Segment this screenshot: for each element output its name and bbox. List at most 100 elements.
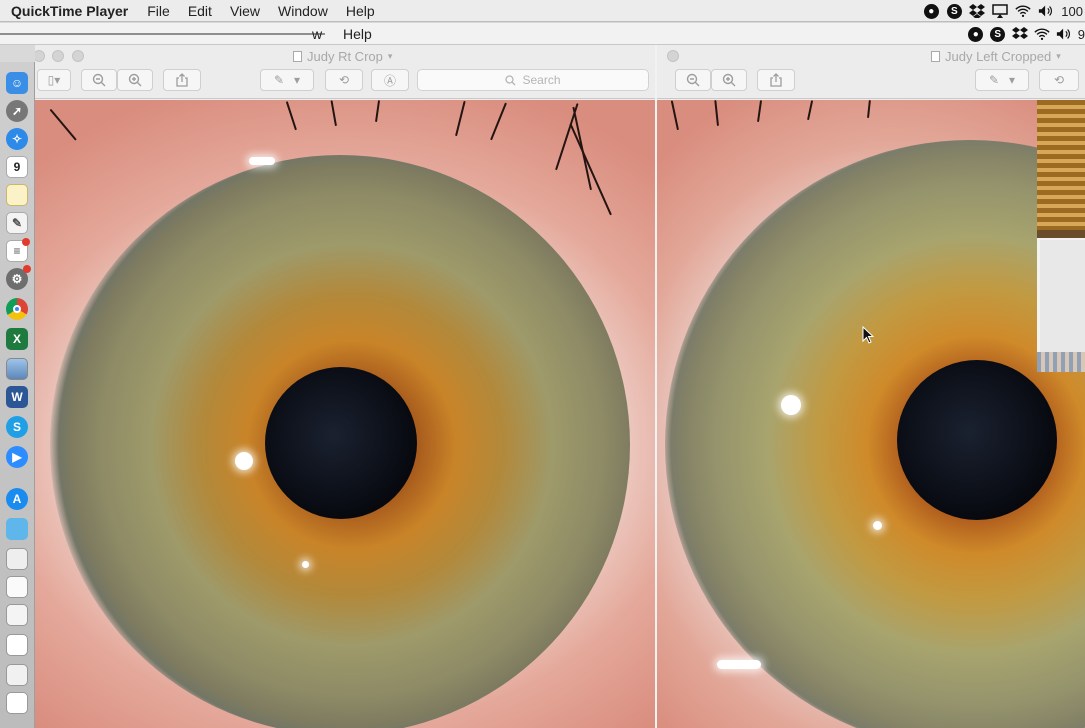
share-button[interactable] (163, 69, 201, 91)
light-reflection (873, 521, 882, 530)
remote-menu-fragment: w (312, 26, 323, 42)
chevron-down-icon: ▾ (1009, 73, 1016, 87)
window-titlebar: Judy Left Cropped ▾ (657, 45, 1085, 67)
mouse-cursor-icon (862, 326, 874, 344)
chrome-icon[interactable] (6, 298, 28, 320)
menu-window[interactable]: Window (269, 3, 337, 19)
minimized-window-icon[interactable] (6, 634, 28, 656)
remote-wifi-icon (1034, 26, 1050, 42)
eyelash (375, 100, 381, 123)
zoom-out-button[interactable] (81, 69, 117, 91)
close-button[interactable] (667, 50, 679, 62)
dropbox-icon[interactable] (969, 3, 986, 19)
share-icon (176, 73, 188, 87)
zoom-out-icon (686, 73, 700, 87)
calendar-icon[interactable]: 9 (6, 156, 28, 178)
video-overlay[interactable] (1037, 100, 1085, 372)
notes-icon[interactable] (6, 184, 28, 206)
eyelash (807, 100, 814, 121)
eyelash (867, 100, 871, 119)
annotate-button[interactable]: Ⓐ (371, 69, 409, 91)
remote-menu-divider (0, 33, 325, 35)
wall-strip (1037, 230, 1085, 238)
airplay-icon[interactable] (992, 3, 1009, 19)
reminders-icon[interactable]: ≡ (6, 238, 30, 262)
pen-icon: ✎ (273, 73, 285, 87)
sidebar-toggle-button[interactable]: ▯▾ (37, 69, 71, 91)
light-reflection (781, 395, 801, 415)
remote-status-area: ● S 9 (968, 26, 1085, 42)
calendar-day: 9 (13, 160, 21, 174)
zoom-in-button[interactable] (711, 69, 747, 91)
remote-volume-icon (1056, 26, 1072, 42)
window-toolbar: ✎ ▾ ⟲ (657, 67, 1085, 99)
markup-button[interactable]: ✎ ▾ (260, 69, 314, 91)
menu-view[interactable]: View (221, 3, 269, 19)
minimized-window-icon[interactable] (6, 548, 28, 570)
document-icon (931, 51, 940, 62)
skype-icon[interactable]: S (6, 416, 28, 438)
chevron-down-icon[interactable]: ▾ (388, 51, 393, 62)
zoom-button[interactable] (72, 50, 84, 62)
zoom-icon[interactable]: ▶ (6, 446, 28, 468)
menu-app-name[interactable]: QuickTime Player (0, 3, 138, 19)
safari-icon[interactable]: ✧ (6, 128, 28, 150)
share-button[interactable] (757, 69, 795, 91)
minimized-window-icon[interactable] (6, 664, 28, 686)
search-icon (505, 74, 516, 85)
menu-edit[interactable]: Edit (179, 3, 221, 19)
screen-record-icon[interactable]: ● (923, 3, 939, 19)
light-reflection (302, 561, 309, 568)
window-titlebar: Judy Rt Crop ▾ (35, 45, 655, 67)
minimized-window-icon[interactable] (6, 576, 28, 598)
search-field[interactable]: Search (417, 69, 649, 91)
minimized-window-icon[interactable] (6, 692, 28, 714)
volume-icon[interactable] (1038, 3, 1054, 19)
word-icon[interactable]: W (6, 386, 28, 408)
rotate-icon: ⟲ (1053, 73, 1065, 87)
eyelash (285, 101, 297, 131)
sidebar-icon: ▯▾ (47, 73, 61, 87)
eyelash (714, 100, 719, 127)
eyelash (569, 123, 612, 216)
remote-menu-help[interactable]: Help (343, 26, 372, 42)
rotate-icon: ⟲ (338, 73, 350, 87)
zoom-out-icon (92, 73, 106, 87)
window-toolbar: ▯▾ ✎ ▾ ⟲ Ⓐ Search (35, 67, 655, 99)
system-preferences-icon[interactable]: ⚙ (6, 265, 31, 290)
document-icon (293, 51, 302, 62)
minimized-window-icon[interactable] (6, 604, 28, 626)
finder-icon[interactable]: ☺ (6, 72, 28, 94)
skype-status-icon[interactable]: S (946, 3, 962, 19)
app-store-icon[interactable]: A (6, 488, 28, 510)
excel-icon[interactable]: X (6, 328, 28, 350)
light-reflection (249, 157, 275, 165)
window-title: Judy Rt Crop ▾ (293, 49, 392, 64)
dock: ☺ ➚ ✧ 9 ✎ ≡ ⚙ X W S ▶ A (0, 62, 35, 728)
chevron-down-icon: ▾ (294, 73, 301, 87)
markup-button[interactable]: ✎ ▾ (975, 69, 1029, 91)
preview-icon[interactable] (6, 358, 28, 380)
pen-icon: ✎ (988, 73, 1000, 87)
folder-icon[interactable] (6, 518, 28, 540)
zoom-in-button[interactable] (117, 69, 153, 91)
rotate-button[interactable]: ⟲ (1039, 69, 1079, 91)
minimize-button[interactable] (52, 50, 64, 62)
zoom-out-button[interactable] (675, 69, 711, 91)
zoom-in-icon (722, 73, 736, 87)
battery-percent[interactable]: 100 (1061, 4, 1083, 19)
remote-battery-fragment: 9 (1077, 26, 1085, 42)
preview-window-right: Judy Left Cropped ▾ ✎ ▾ ⟲ (657, 45, 1085, 728)
textedit-icon[interactable]: ✎ (6, 212, 28, 234)
rotate-button[interactable]: ⟲ (325, 69, 363, 91)
close-button[interactable] (35, 50, 45, 62)
launchpad-icon[interactable]: ➚ (6, 100, 28, 122)
eyelash (49, 108, 77, 141)
menu-help[interactable]: Help (337, 3, 384, 19)
wifi-icon[interactable] (1015, 3, 1031, 19)
remote-skype-icon: S (990, 26, 1006, 42)
system-preferences-badge (23, 265, 31, 273)
menu-file[interactable]: File (138, 3, 179, 19)
chevron-down-icon[interactable]: ▾ (1056, 51, 1061, 62)
markup-toolbar-icon: Ⓐ (383, 73, 396, 88)
